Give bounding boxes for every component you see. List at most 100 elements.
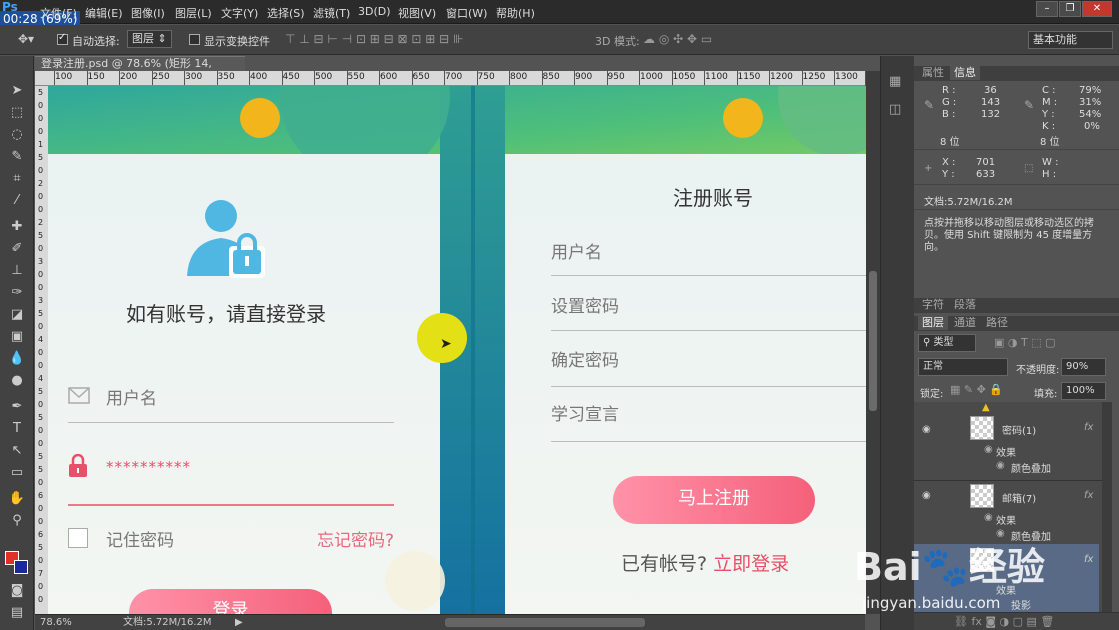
brush-icon[interactable]: ✐	[6, 240, 28, 258]
history-brush-icon[interactable]: ✑	[6, 284, 28, 302]
menu-file[interactable]: 文件(F)	[40, 5, 77, 21]
document-canvas[interactable]: 如有账号，请直接登录 用户名 ********** 记住密码 忘记密码? 登录 …	[48, 86, 866, 614]
3d-mode-icons[interactable]: ☁ ◎ ✣ ✥ ▭	[643, 32, 712, 46]
quick-mask-icon[interactable]: ◙	[6, 582, 28, 600]
path-select-icon[interactable]: ↖	[6, 442, 28, 460]
fill-input[interactable]: 100%	[1061, 382, 1106, 400]
study-motto-field[interactable]: 学习宣言	[551, 400, 619, 425]
quick-select-icon[interactable]: ✎	[6, 148, 28, 166]
tab-paragraph[interactable]: 段落	[950, 298, 980, 312]
login-username-field[interactable]: 用户名	[106, 384, 157, 409]
info-g-value: 143	[981, 97, 1001, 108]
menu-window[interactable]: 窗口(W)	[446, 5, 487, 21]
pen-icon[interactable]: ✒	[6, 398, 28, 416]
effect-eye-icon[interactable]: ◉	[996, 460, 1005, 471]
menu-image[interactable]: 图像(I)	[131, 5, 165, 21]
opacity-input[interactable]: 90%	[1061, 358, 1106, 376]
close-button[interactable]: ✕	[1082, 1, 1112, 17]
remember-checkbox[interactable]	[68, 528, 88, 548]
shape-icon[interactable]: ▭	[6, 464, 28, 482]
stamp-icon[interactable]: ⊥	[6, 262, 28, 280]
crop-icon[interactable]: ⌗	[6, 170, 28, 188]
move-tool-icon[interactable]: ✥▾	[18, 32, 34, 46]
eyedropper-icon[interactable]: ⁄	[6, 192, 28, 210]
effect-eye-icon[interactable]: ◉	[984, 444, 993, 455]
layer-actions-icons[interactable]: ⛓ fx ◙ ◑ ▢ ▤ 🗑	[954, 615, 1054, 628]
info-x: X :	[942, 157, 956, 168]
eraser-icon[interactable]: ◪	[6, 306, 28, 324]
fx-icon[interactable]: fx	[1084, 554, 1093, 565]
properties-panel-icon[interactable]: ◫	[889, 102, 901, 117]
minimize-button[interactable]: –	[1036, 1, 1058, 17]
zoom-icon[interactable]: ⚲	[6, 512, 28, 530]
layer-kind-value: 类型	[933, 337, 954, 348]
menu-select[interactable]: 选择(S)	[267, 5, 305, 21]
screen-mode-icon[interactable]: ▤	[6, 604, 28, 622]
workspace-dropdown[interactable]: 基本功能	[1028, 31, 1113, 49]
document-tab[interactable]: 登录注册.psd @ 78.6% (矩形 14, RGB/8) ×	[35, 56, 245, 84]
tab-layers[interactable]: 图层	[918, 316, 948, 330]
menu-view[interactable]: 视图(V)	[398, 5, 436, 21]
login-button[interactable]: 登录	[129, 589, 332, 614]
restore-button[interactable]: ❐	[1059, 1, 1081, 17]
hand-icon[interactable]: ✋	[6, 490, 28, 508]
history-panel-icon[interactable]: ▦	[889, 74, 901, 89]
fx-icon[interactable]: fx	[1084, 422, 1093, 433]
layer-kind-filter[interactable]: ⚲ 类型	[918, 334, 976, 352]
dodge-icon[interactable]: ●	[6, 372, 28, 390]
effect-eye-icon[interactable]: ◉	[996, 528, 1005, 539]
confirm-password-field[interactable]: 确定密码	[551, 346, 619, 371]
lasso-icon[interactable]: ◌	[6, 126, 28, 144]
effect-eye-icon[interactable]: ◉	[984, 512, 993, 523]
menu-layer[interactable]: 图层(L)	[175, 5, 212, 21]
menu-help[interactable]: 帮助(H)	[496, 5, 535, 21]
visibility-eye-icon[interactable]: ◉	[922, 424, 931, 435]
type-icon[interactable]: T	[6, 420, 28, 438]
login-password-field[interactable]: **********	[106, 458, 191, 476]
blur-icon[interactable]: 💧	[6, 350, 28, 368]
visibility-eye-icon[interactable]: ◉	[922, 490, 931, 501]
status-zoom[interactable]: 78.6%	[40, 615, 72, 630]
layer-row-selected[interactable]: fx 效果 投影	[914, 544, 1099, 612]
tab-character[interactable]: 字符	[918, 298, 948, 312]
layer-thumbnail	[970, 416, 994, 440]
healing-icon[interactable]: ✚	[6, 218, 28, 236]
login-now-link[interactable]: 立即登录	[713, 553, 789, 575]
move-icon[interactable]: ➤	[6, 82, 28, 100]
background-color[interactable]	[14, 560, 28, 574]
ruler-tick-label: 750	[477, 72, 495, 82]
register-button[interactable]: 马上注册	[613, 476, 815, 524]
register-username-field[interactable]: 用户名	[551, 238, 602, 263]
ruler-tick	[184, 71, 185, 85]
status-arrow-icon[interactable]: ▶	[235, 615, 243, 630]
layer-row[interactable]: ◉ 邮箱(7) fx ◉ 效果 ◉ 颜色叠加	[914, 482, 1099, 543]
size-icon: ⬚	[1024, 163, 1034, 174]
h-scroll-thumb[interactable]	[445, 618, 645, 627]
tab-channels[interactable]: 通道	[950, 316, 980, 330]
menu-filter[interactable]: 滤镜(T)	[313, 5, 350, 21]
info-y-coord-value: 633	[976, 169, 996, 180]
menu-type[interactable]: 文字(Y)	[221, 5, 258, 21]
ruler-tick-label: 6	[38, 530, 44, 539]
tab-properties[interactable]: 属性	[918, 66, 948, 80]
menu-3d[interactable]: 3D(D)	[358, 5, 391, 18]
set-password-field[interactable]: 设置密码	[551, 292, 619, 317]
align-icons[interactable]: ⊤ ⊥ ⊟ ⊢ ⊣ ⊡ ⊞ ⊟ ⊠ ⊡ ⊞ ⊟ ⊪	[285, 32, 463, 46]
menu-edit[interactable]: 编辑(E)	[85, 5, 123, 21]
marquee-icon[interactable]: ⬚	[6, 104, 28, 122]
gradient-icon[interactable]: ▣	[6, 328, 28, 346]
layers-scrollbar[interactable]	[1102, 402, 1112, 612]
canvas-scrollbar[interactable]	[866, 71, 880, 614]
lock-icons[interactable]: ▦ ✎ ✥ 🔒	[950, 383, 1003, 396]
blend-mode-dropdown[interactable]: 正常	[918, 358, 1008, 376]
forgot-password-link[interactable]: 忘记密码?	[317, 526, 394, 551]
tab-info[interactable]: 信息	[950, 66, 980, 80]
auto-select-checkbox[interactable]	[57, 32, 68, 45]
show-transform-checkbox[interactable]	[189, 34, 200, 45]
layer-row[interactable]: ◉ 密码(1) fx ◉ 效果 ◉ 颜色叠加	[914, 414, 1099, 478]
scroll-thumb[interactable]	[869, 271, 877, 411]
layer-filter-icons[interactable]: ▣ ◑ T ⬚ ▢	[994, 336, 1055, 349]
layer-select-dropdown[interactable]: 图层 ⇕	[127, 30, 172, 48]
fx-icon[interactable]: fx	[1084, 490, 1093, 501]
tab-paths[interactable]: 路径	[982, 316, 1012, 330]
